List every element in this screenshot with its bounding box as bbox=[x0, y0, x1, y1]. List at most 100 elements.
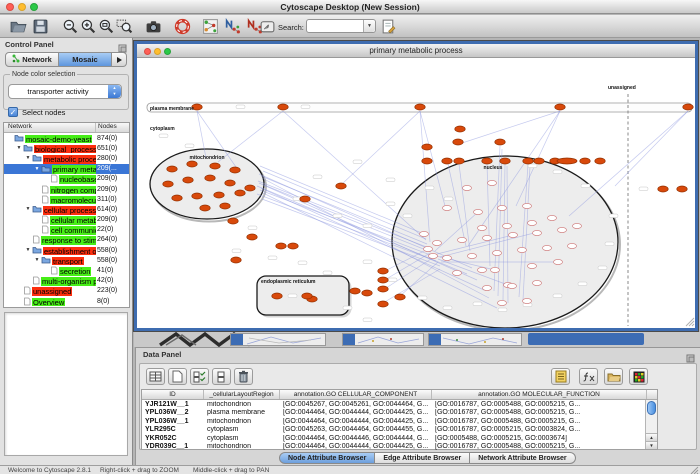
attribute-editor-button[interactable] bbox=[380, 18, 397, 35]
expand-arrow-icon[interactable]: ▼ bbox=[33, 257, 41, 263]
network-canvas[interactable]: plasma membranecytoplasmmitochondrionnuc… bbox=[137, 58, 695, 328]
network-node bbox=[528, 263, 537, 268]
table-row[interactable]: YDR039C__1mitochondrion[GO:0044464, GO:0… bbox=[142, 443, 657, 452]
tree-row[interactable]: nitrogen compoun209(0) bbox=[4, 184, 129, 194]
tab-overflow-button[interactable] bbox=[112, 52, 127, 67]
column-network[interactable]: Network bbox=[4, 123, 95, 132]
expand-arrow-icon[interactable]: ▼ bbox=[24, 247, 32, 253]
network-node-selected bbox=[580, 158, 590, 164]
tree-row[interactable]: response to stimulu264(0) bbox=[4, 235, 129, 245]
search-dropdown-arrow-icon[interactable]: ▼ bbox=[363, 20, 375, 32]
network-edge bbox=[218, 111, 283, 162]
network-window-titlebar[interactable]: primary metabolic process bbox=[137, 44, 695, 58]
float-data-panel-icon[interactable] bbox=[686, 350, 695, 359]
tree-row[interactable]: multi-organism proc42(0) bbox=[4, 276, 129, 286]
tree-row[interactable]: cellular metabolic209(0) bbox=[4, 215, 129, 225]
column-header[interactable]: ID bbox=[142, 390, 204, 399]
float-panel-icon[interactable] bbox=[118, 40, 127, 49]
table-row[interactable]: YPL036W__2plasma membrane[GO:0044464, GO… bbox=[142, 409, 657, 418]
unselect-attributes-button[interactable] bbox=[212, 368, 231, 385]
tree-row[interactable]: mosaic-demo-yeast874(0) bbox=[4, 133, 129, 143]
tree-row[interactable]: ▼transport558(0) bbox=[4, 255, 129, 265]
zoom-selected-button[interactable] bbox=[116, 18, 133, 35]
open-button[interactable] bbox=[10, 18, 27, 35]
table-row[interactable]: YJR121W__1mitochondrion[GO:0045267, GO:0… bbox=[142, 400, 657, 409]
table-row[interactable]: YLR295Ccytoplasm[GO:0045263, GO:0044464,… bbox=[142, 426, 657, 435]
select-nodes-checkbox[interactable]: ✓ Select nodes bbox=[8, 107, 65, 117]
column-nodes[interactable]: Nodes bbox=[95, 123, 129, 132]
tree-row[interactable]: secretion41(0) bbox=[4, 265, 129, 275]
minimized-window-2[interactable] bbox=[342, 333, 424, 346]
network-node bbox=[533, 280, 542, 285]
tree-row[interactable]: ▼metabolic process280(0) bbox=[4, 153, 129, 163]
tree-row[interactable]: macromolecule m311(0) bbox=[4, 194, 129, 204]
column-header[interactable]: annotation.GO MOLECULAR_FUNCTION bbox=[432, 390, 647, 399]
table-scrollbar[interactable]: ▲ ▼ bbox=[645, 400, 657, 449]
tree-row-label: nucleobase-con bbox=[59, 175, 96, 184]
attribute-matrix-button[interactable] bbox=[629, 368, 648, 385]
annotation-button[interactable] bbox=[259, 18, 276, 35]
tree-row-label: macromolecule m bbox=[50, 196, 96, 205]
tree-row[interactable]: ▼cellular process614(0) bbox=[4, 204, 129, 214]
search-box[interactable]: ▼ bbox=[306, 19, 376, 33]
network-view-icon bbox=[227, 21, 232, 28]
table-cell: cytoplasm bbox=[204, 435, 280, 442]
network-node-selected bbox=[453, 139, 463, 145]
tree-row[interactable]: cell communication22(0) bbox=[4, 225, 129, 235]
new-attribute-button[interactable] bbox=[168, 368, 187, 385]
tree-row[interactable]: ▼establishment of loc558(0) bbox=[4, 245, 129, 255]
delete-attribute-button[interactable] bbox=[234, 368, 253, 385]
tree-row[interactable]: ▼biological_process651(0) bbox=[4, 143, 129, 153]
minimized-window-4[interactable] bbox=[528, 333, 644, 345]
search-input[interactable] bbox=[308, 21, 360, 31]
network-node bbox=[509, 232, 518, 237]
minimized-window-1[interactable] bbox=[230, 333, 326, 346]
tab-edge-attribute-browser[interactable]: Edge Attribute Browser bbox=[375, 452, 470, 464]
scroll-down-icon[interactable]: ▼ bbox=[646, 441, 657, 449]
scrollbar-thumb[interactable] bbox=[647, 401, 656, 415]
minimized-window-3[interactable] bbox=[428, 333, 522, 346]
expand-arrow-icon[interactable]: ▼ bbox=[33, 166, 41, 172]
formula-builder-button[interactable] bbox=[579, 368, 598, 385]
tab-node-attribute-browser[interactable]: Node Attribute Browser bbox=[279, 452, 375, 464]
resize-grip-icon[interactable] bbox=[690, 466, 699, 474]
node-color-dropdown[interactable]: transporter activity ▲▼ bbox=[8, 84, 122, 99]
select-attributes-button[interactable] bbox=[190, 368, 209, 385]
tree-row[interactable]: ▼primary metabolic proce209(... bbox=[4, 164, 129, 174]
tree-row[interactable]: nucleobase-con209(0) bbox=[4, 174, 129, 184]
scroll-up-icon[interactable]: ▲ bbox=[646, 433, 657, 441]
network-node-selected bbox=[220, 203, 230, 209]
tree-row-node-count: 209(... bbox=[96, 165, 129, 172]
snapshot-button[interactable] bbox=[145, 18, 162, 35]
import-attributes-button[interactable] bbox=[604, 368, 623, 385]
network-node-selected bbox=[214, 192, 224, 198]
help-button[interactable] bbox=[174, 18, 191, 35]
birdseye-view-panel[interactable] bbox=[4, 312, 128, 456]
zoom-in-button[interactable] bbox=[80, 18, 97, 35]
folder-icon bbox=[32, 154, 42, 162]
column-select-button[interactable] bbox=[146, 368, 165, 385]
network-window-title: primary metabolic process bbox=[137, 44, 695, 57]
network-node-selected bbox=[482, 158, 492, 164]
tree-row-label: mosaic-demo-yeast bbox=[25, 135, 92, 144]
tab-mosaic[interactable]: Mosaic bbox=[59, 52, 112, 67]
column-header[interactable]: annotation.GO CELLULAR_COMPONENT bbox=[280, 390, 432, 399]
zoom-fit-button[interactable] bbox=[98, 18, 115, 35]
tab-network[interactable]: Network bbox=[5, 52, 59, 67]
expand-arrow-icon[interactable]: ▼ bbox=[15, 145, 23, 151]
node-label-chip bbox=[363, 260, 372, 264]
save-button[interactable] bbox=[32, 18, 49, 35]
tree-row[interactable]: Overview8(0) bbox=[4, 296, 129, 306]
network-view-button[interactable] bbox=[224, 18, 241, 35]
expand-arrow-icon[interactable]: ▼ bbox=[24, 155, 32, 161]
tab-network-attribute-browser[interactable]: Network Attribute Browser bbox=[470, 452, 575, 464]
zoom-out-button[interactable] bbox=[62, 18, 79, 35]
table-row[interactable]: YPL036W__1mitochondrion[GO:0044464, GO:0… bbox=[142, 417, 657, 426]
attribute-list-button[interactable] bbox=[551, 368, 570, 385]
column-header[interactable]: _cellularLayoutRegion bbox=[204, 390, 280, 399]
expand-arrow-icon[interactable]: ▼ bbox=[24, 206, 32, 212]
tree-row[interactable]: unassigned223(0) bbox=[4, 286, 129, 296]
network-create-button[interactable] bbox=[202, 18, 219, 35]
table-row[interactable]: YKR052Ccytoplasm[GO:0044464, GO:0044446,… bbox=[142, 434, 657, 443]
tree-row-label: secretion bbox=[59, 267, 91, 276]
